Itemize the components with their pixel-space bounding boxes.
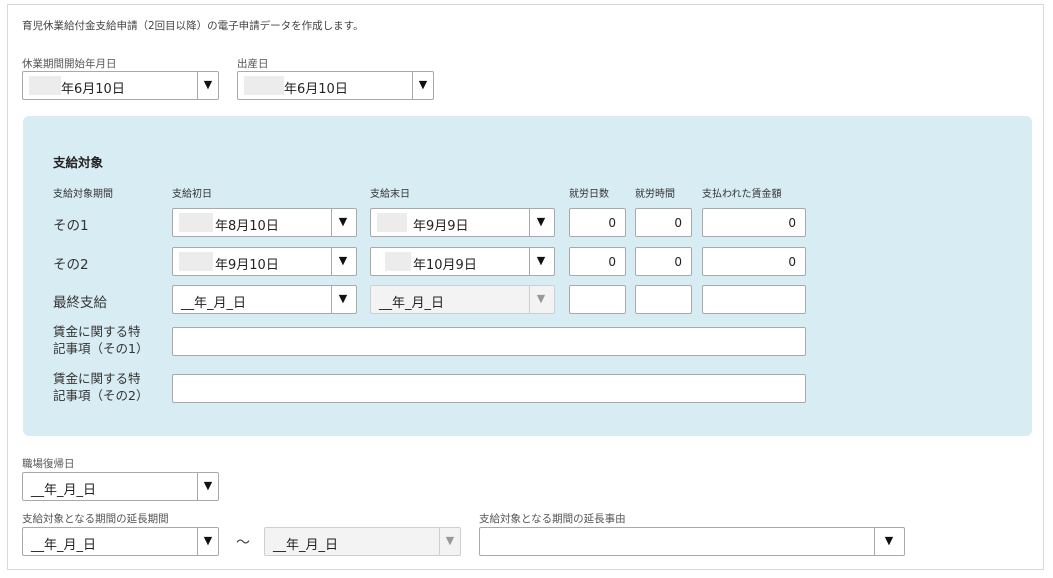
return-date-field[interactable]: __年_月_日 ▼ bbox=[22, 472, 219, 501]
redacted-mask bbox=[244, 76, 284, 95]
header-period: 支給対象期間 bbox=[53, 189, 113, 200]
extension-to-value: __年_月_日 bbox=[273, 538, 339, 553]
note1-label-line2: 記事項（その1） bbox=[53, 341, 149, 356]
extension-to-date: __年_月_日 ▼ bbox=[264, 527, 461, 556]
dropdown-separator bbox=[197, 528, 198, 555]
extension-period-label: 支給対象となる期間の延長期間 bbox=[22, 513, 169, 525]
header-wages: 支払われた賃金額 bbox=[702, 189, 782, 200]
note2-label: 賃金に関する特 記事項（その2） bbox=[53, 370, 148, 404]
redacted-mask bbox=[385, 252, 411, 271]
row1-work-hours[interactable]: 0 bbox=[635, 208, 692, 237]
dropdown-separator bbox=[412, 72, 413, 99]
redacted-mask bbox=[29, 76, 61, 95]
birth-date-field[interactable]: 年6月10日 ▼ bbox=[237, 71, 434, 100]
dropdown-separator bbox=[529, 209, 530, 236]
final-start-value: __年_月_日 bbox=[181, 296, 247, 311]
return-date-label: 職場復帰日 bbox=[22, 458, 75, 470]
dropdown-separator bbox=[197, 473, 198, 500]
return-date-value: __年_月_日 bbox=[31, 483, 97, 498]
final-work-days[interactable] bbox=[569, 285, 626, 314]
row1-start-value: 年8月10日 bbox=[215, 219, 279, 234]
note2-label-line1: 賃金に関する特 bbox=[53, 371, 141, 386]
row2-work-hours[interactable]: 0 bbox=[635, 247, 692, 276]
dropdown-separator bbox=[331, 209, 332, 236]
row-label-final: 最終支給 bbox=[53, 295, 107, 311]
leave-start-date-field[interactable]: 年6月10日 ▼ bbox=[22, 71, 219, 100]
redacted-mask bbox=[179, 213, 213, 232]
dropdown-arrow-icon[interactable]: ▼ bbox=[336, 254, 350, 267]
row2-end-value: 年10月9日 bbox=[413, 258, 477, 273]
note2-label-line2: 記事項（その2） bbox=[53, 388, 149, 403]
dropdown-arrow-icon[interactable]: ▼ bbox=[882, 534, 896, 547]
final-wages[interactable] bbox=[702, 285, 806, 314]
dropdown-arrow-icon[interactable]: ▼ bbox=[534, 254, 548, 267]
extension-from-value: __年_月_日 bbox=[31, 538, 97, 553]
dropdown-separator bbox=[439, 528, 440, 555]
dropdown-arrow-icon: ▼ bbox=[445, 534, 455, 547]
row1-work-days[interactable]: 0 bbox=[569, 208, 626, 237]
header-start: 支給初日 bbox=[172, 189, 212, 200]
row1-end-date[interactable]: 年9月9日 ▼ bbox=[370, 208, 555, 237]
dropdown-arrow-icon[interactable]: ▼ bbox=[201, 479, 215, 492]
range-separator: ～ bbox=[236, 535, 250, 551]
dropdown-arrow-icon: ▼ bbox=[536, 292, 546, 305]
header-end: 支給末日 bbox=[370, 189, 410, 200]
final-start-date[interactable]: __年_月_日 ▼ bbox=[172, 285, 357, 314]
note1-label-line1: 賃金に関する特 bbox=[53, 324, 141, 339]
row1-end-value: 年9月9日 bbox=[413, 219, 469, 234]
dropdown-separator bbox=[529, 248, 530, 275]
row2-wages[interactable]: 0 bbox=[702, 247, 806, 276]
extension-reason-label: 支給対象となる期間の延長事由 bbox=[479, 513, 626, 525]
dropdown-arrow-icon[interactable]: ▼ bbox=[534, 215, 548, 228]
header-work-days: 就労日数 bbox=[569, 189, 609, 200]
dropdown-separator bbox=[529, 286, 530, 313]
dropdown-arrow-icon[interactable]: ▼ bbox=[416, 78, 430, 91]
row-label-1: その1 bbox=[53, 218, 89, 234]
redacted-mask bbox=[377, 213, 407, 232]
row1-wages[interactable]: 0 bbox=[702, 208, 806, 237]
dropdown-separator bbox=[331, 248, 332, 275]
row2-start-value: 年9月10日 bbox=[215, 258, 279, 273]
final-end-value: __年_月_日 bbox=[379, 296, 445, 311]
dropdown-arrow-icon[interactable]: ▼ bbox=[336, 292, 350, 305]
birth-date-label: 出産日 bbox=[237, 58, 269, 70]
payment-title: 支給対象 bbox=[53, 155, 104, 170]
dropdown-arrow-icon[interactable]: ▼ bbox=[201, 534, 215, 547]
intro-text: 育児休業給付金支給申請（2回目以降）の電子申請データを作成します。 bbox=[22, 20, 364, 32]
final-end-date: __年_月_日 ▼ bbox=[370, 285, 555, 314]
row2-work-days[interactable]: 0 bbox=[569, 247, 626, 276]
redacted-mask bbox=[179, 252, 213, 271]
dropdown-arrow-icon[interactable]: ▼ bbox=[336, 215, 350, 228]
dropdown-separator bbox=[197, 72, 198, 99]
note2-input[interactable] bbox=[172, 374, 806, 403]
extension-reason-select[interactable]: ▼ bbox=[479, 527, 905, 556]
row2-end-date[interactable]: 年10月9日 ▼ bbox=[370, 247, 555, 276]
final-work-hours[interactable] bbox=[635, 285, 692, 314]
row1-start-date[interactable]: 年8月10日 ▼ bbox=[172, 208, 357, 237]
row-label-2: その2 bbox=[53, 257, 89, 273]
header-work-hours: 就労時間 bbox=[635, 189, 675, 200]
leave-start-label: 休業期間開始年月日 bbox=[22, 58, 117, 70]
dropdown-arrow-icon[interactable]: ▼ bbox=[201, 78, 215, 91]
note1-label: 賃金に関する特 記事項（その1） bbox=[53, 323, 148, 357]
dropdown-separator bbox=[874, 528, 875, 555]
row2-start-date[interactable]: 年9月10日 ▼ bbox=[172, 247, 357, 276]
leave-start-date-value: 年6月10日 bbox=[61, 82, 125, 97]
dropdown-separator bbox=[331, 286, 332, 313]
extension-from-date[interactable]: __年_月_日 ▼ bbox=[22, 527, 219, 556]
form-frame: 育児休業給付金支給申請（2回目以降）の電子申請データを作成します。 休業期間開始… bbox=[7, 4, 1044, 570]
note1-input[interactable] bbox=[172, 327, 806, 356]
birth-date-value: 年6月10日 bbox=[284, 82, 348, 97]
payment-panel: 支給対象 支給対象期間 支給初日 支給末日 就労日数 就労時間 支払われた賃金額… bbox=[23, 116, 1032, 436]
